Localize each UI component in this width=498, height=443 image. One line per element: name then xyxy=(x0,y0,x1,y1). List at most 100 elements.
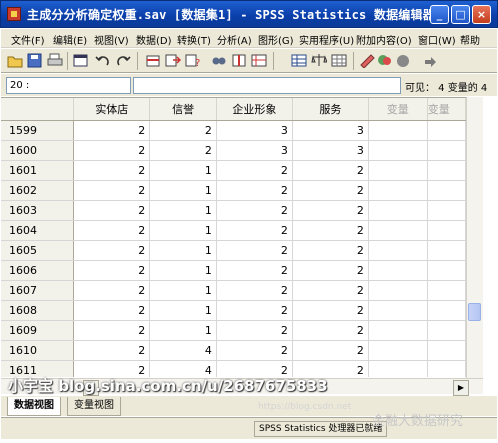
maximize-button[interactable]: □ xyxy=(451,5,470,24)
menu-data[interactable]: 数据(D) xyxy=(136,32,172,47)
table-cell[interactable]: 2 xyxy=(292,240,369,261)
table-cell[interactable]: 3 xyxy=(216,120,293,141)
table-cell[interactable]: 3 xyxy=(216,140,293,161)
row-header[interactable]: 1602 xyxy=(1,180,75,201)
undo-icon[interactable] xyxy=(95,53,111,68)
table-cell[interactable]: 2 xyxy=(73,320,151,341)
table-cell[interactable]: 2 xyxy=(292,160,369,181)
tab-data-view[interactable]: 数据视图 xyxy=(7,397,61,416)
table-cell[interactable]: 2 xyxy=(149,120,217,141)
minimize-button[interactable]: _ xyxy=(430,5,449,24)
table-cell[interactable]: 3 xyxy=(292,120,369,141)
table-cell[interactable] xyxy=(368,140,428,161)
row-header[interactable]: 1606 xyxy=(1,260,75,281)
table-cell[interactable]: 1 xyxy=(149,260,217,281)
menu-utilities[interactable]: 实用程序(U) xyxy=(299,32,354,47)
column-header[interactable]: 服务 xyxy=(292,98,369,121)
vertical-scrollbar[interactable] xyxy=(466,97,483,378)
row-header[interactable]: 1599 xyxy=(1,120,75,141)
table-cell[interactable]: 2 xyxy=(73,140,151,161)
table-cell[interactable] xyxy=(368,340,428,361)
select-cases-icon[interactable] xyxy=(311,53,328,68)
table-cell[interactable] xyxy=(427,160,466,181)
table-cell[interactable] xyxy=(427,180,466,201)
table-cell[interactable] xyxy=(427,240,466,261)
table-cell[interactable]: 2 xyxy=(73,200,151,221)
save-icon[interactable] xyxy=(27,53,43,68)
vertical-scroll-thumb[interactable] xyxy=(468,303,481,321)
close-button[interactable]: × xyxy=(472,5,491,24)
table-row[interactable]: 1602 2 1 2 2 xyxy=(1,180,466,201)
table-cell[interactable]: 2 xyxy=(216,200,293,221)
table-cell[interactable] xyxy=(368,160,428,181)
table-cell[interactable] xyxy=(427,120,466,141)
table-cell[interactable]: 1 xyxy=(149,240,217,261)
table-cell[interactable]: 2 xyxy=(292,300,369,321)
table-cell[interactable] xyxy=(427,220,466,241)
table-cell[interactable] xyxy=(368,180,428,201)
table-cell[interactable] xyxy=(427,320,466,341)
table-cell[interactable]: 2 xyxy=(216,240,293,261)
table-cell[interactable]: 4 xyxy=(149,340,217,361)
row-header[interactable]: 1601 xyxy=(1,160,75,181)
menu-edit[interactable]: 编辑(E) xyxy=(53,32,87,47)
menu-transform[interactable]: 转换(T) xyxy=(177,32,211,47)
table-cell[interactable]: 2 xyxy=(73,120,151,141)
menu-file[interactable]: 文件(F) xyxy=(11,32,45,47)
find-icon[interactable] xyxy=(211,53,227,68)
table-cell[interactable]: 1 xyxy=(149,200,217,221)
insert-variable-icon[interactable] xyxy=(231,53,247,68)
menu-view[interactable]: 视图(V) xyxy=(94,32,129,47)
table-cell[interactable]: 2 xyxy=(292,340,369,361)
table-cell[interactable]: 1 xyxy=(149,300,217,321)
spell-icon[interactable] xyxy=(395,53,411,68)
table-cell[interactable]: 2 xyxy=(73,220,151,241)
goto-variable-icon[interactable]: ? xyxy=(185,53,201,69)
table-row[interactable]: 1604 2 1 2 2 xyxy=(1,220,466,241)
row-header[interactable]: 1603 xyxy=(1,200,75,221)
weight-cases-icon[interactable] xyxy=(291,53,307,68)
table-cell[interactable]: 2 xyxy=(216,260,293,281)
table-row[interactable]: 1603 2 1 2 2 xyxy=(1,200,466,221)
row-header[interactable]: 1604 xyxy=(1,220,75,241)
table-cell[interactable] xyxy=(368,320,428,341)
table-cell[interactable]: 2 xyxy=(292,280,369,301)
table-cell[interactable] xyxy=(427,280,466,301)
row-header[interactable]: 1600 xyxy=(1,140,75,161)
menu-window[interactable]: 窗口(W) xyxy=(418,32,456,47)
table-cell[interactable]: 2 xyxy=(73,260,151,281)
table-cell[interactable]: 2 xyxy=(149,140,217,161)
cell-value-field[interactable] xyxy=(133,77,401,94)
grid-corner[interactable] xyxy=(1,98,75,121)
cell-reference-field[interactable]: 20 : xyxy=(6,77,131,94)
table-cell[interactable]: 1 xyxy=(149,220,217,241)
table-row[interactable]: 1599 2 2 3 3 xyxy=(1,120,466,141)
table-cell[interactable] xyxy=(368,300,428,321)
table-cell[interactable] xyxy=(368,220,428,241)
open-icon[interactable] xyxy=(7,53,23,68)
row-header[interactable]: 1608 xyxy=(1,300,75,321)
menu-graphs[interactable]: 图形(G) xyxy=(258,32,294,47)
print-icon[interactable] xyxy=(47,53,63,68)
table-cell[interactable]: 2 xyxy=(292,180,369,201)
row-header[interactable]: 1607 xyxy=(1,280,75,301)
table-cell[interactable] xyxy=(368,360,428,377)
column-header[interactable]: 变量 xyxy=(368,98,428,121)
table-cell[interactable]: 2 xyxy=(216,280,293,301)
show-all-icon[interactable] xyxy=(377,53,393,68)
row-header[interactable]: 1605 xyxy=(1,240,75,261)
table-cell[interactable]: 2 xyxy=(216,180,293,201)
table-cell[interactable]: 2 xyxy=(292,320,369,341)
spss-app-icon[interactable] xyxy=(7,7,21,21)
table-cell[interactable] xyxy=(368,120,428,141)
goto-case-icon[interactable] xyxy=(145,53,161,68)
table-cell[interactable]: 1 xyxy=(149,280,217,301)
table-cell[interactable] xyxy=(368,280,428,301)
table-cell[interactable] xyxy=(427,340,466,361)
column-header[interactable]: 变量 xyxy=(427,98,466,121)
table-cell[interactable]: 3 xyxy=(292,140,369,161)
table-cell[interactable]: 2 xyxy=(292,200,369,221)
table-cell[interactable]: 1 xyxy=(149,180,217,201)
table-row[interactable]: 1608 2 1 2 2 xyxy=(1,300,466,321)
table-row[interactable]: 1610 2 4 2 2 xyxy=(1,340,466,361)
